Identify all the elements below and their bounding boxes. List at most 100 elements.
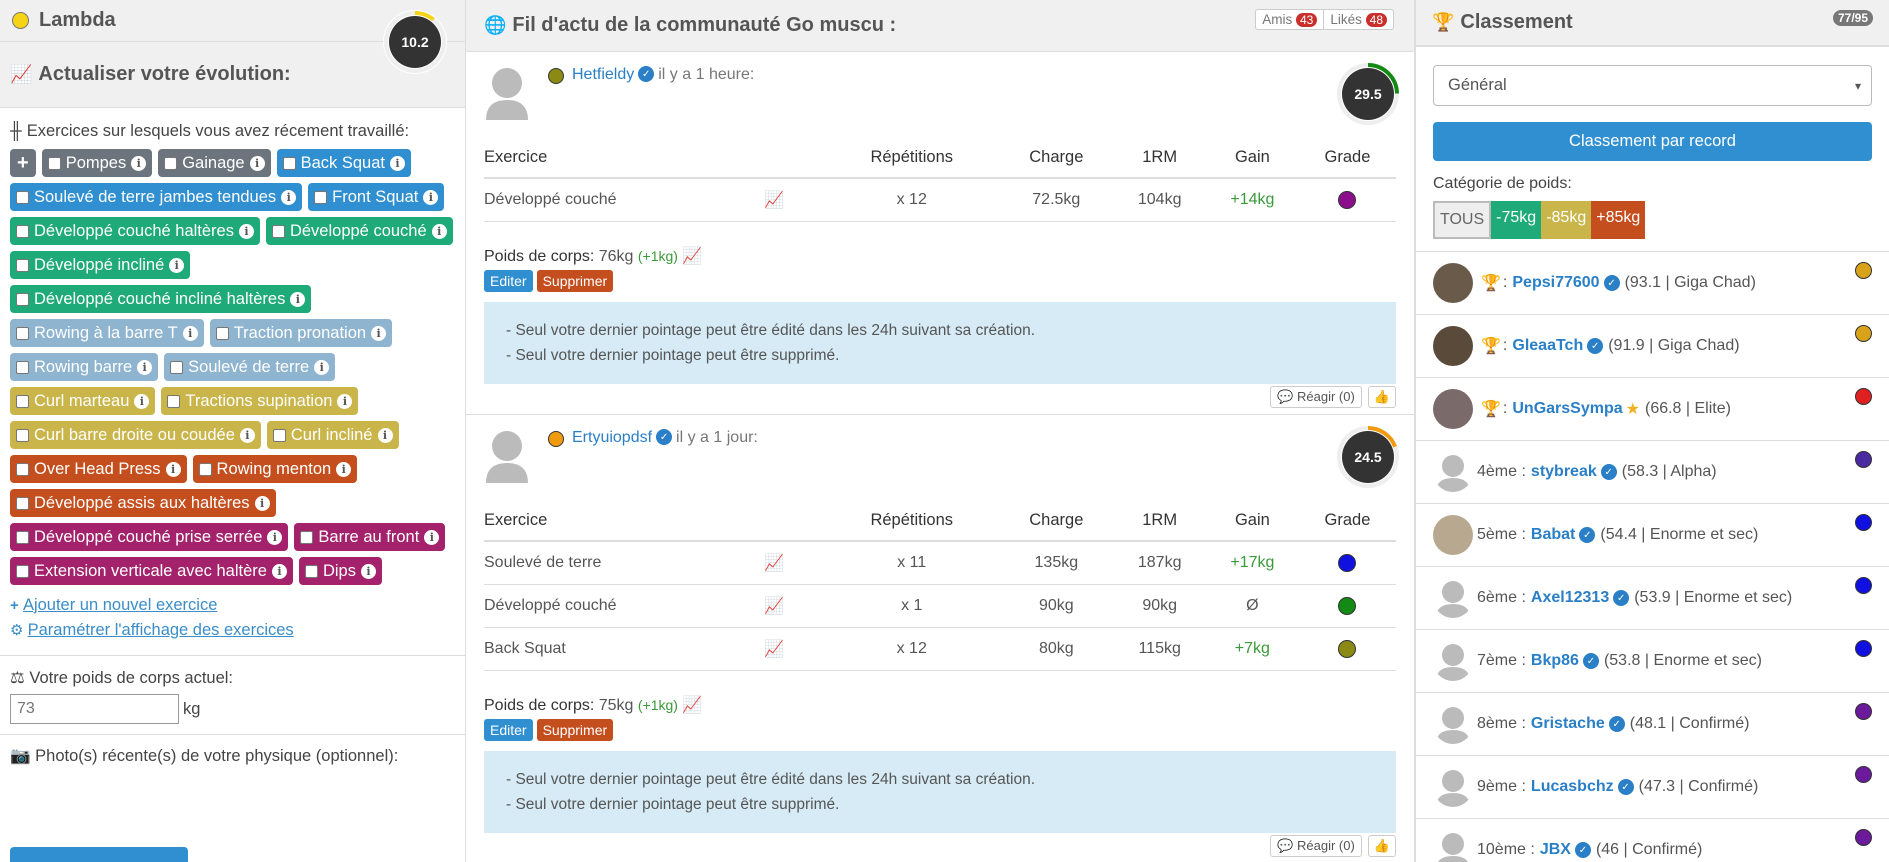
exercise-toggle[interactable]: Gainage i: [158, 149, 271, 177]
info-icon[interactable]: i: [337, 393, 353, 409]
checkbox[interactable]: [282, 156, 296, 170]
exercise-toggle[interactable]: Pompes i: [41, 149, 153, 177]
delete-button[interactable]: Supprimer: [536, 719, 614, 741]
post-user[interactable]: Ertyuiopdsf: [572, 429, 652, 447]
exercise-toggle[interactable]: Rowing barre i: [10, 353, 159, 381]
exercise-toggle[interactable]: Rowing à la barre Ti: [10, 319, 204, 347]
chart-icon[interactable]: 📈: [682, 248, 702, 265]
checkbox[interactable]: [16, 224, 29, 238]
info-icon[interactable]: i: [254, 495, 270, 511]
add-exercise-plus-button[interactable]: +: [10, 149, 36, 177]
react-button[interactable]: 💬 Réagir (0): [1270, 386, 1362, 408]
chart-icon[interactable]: 📈: [764, 178, 825, 222]
info-icon[interactable]: i: [390, 155, 405, 171]
info-icon[interactable]: i: [424, 529, 440, 545]
ranking-row[interactable]: 🏆: Pepsi77600 ✓ (93.1 | Giga Chad): [1416, 252, 1889, 315]
checkbox[interactable]: [170, 360, 184, 374]
ranking-row[interactable]: 4ème : stybreak ✓ (58.3 | Alpha): [1416, 441, 1889, 504]
ranking-row[interactable]: 5ème : Babat ✓ (54.4 | Enorme et sec): [1416, 504, 1889, 567]
ranking-row[interactable]: 9ème : Lucasbchz ✓ (47.3 | Confirmé): [1416, 756, 1889, 819]
info-icon[interactable]: i: [134, 393, 150, 409]
exercise-toggle[interactable]: Curl incliné i: [266, 421, 399, 449]
exercise-toggle[interactable]: Développé assis aux haltères i: [10, 489, 276, 517]
exercise-toggle[interactable]: Développé couché haltères i: [10, 217, 260, 245]
info-icon[interactable]: i: [249, 155, 265, 171]
checkbox[interactable]: [16, 258, 29, 272]
exercise-toggle[interactable]: Soulevé de terre jambes tendues i: [10, 183, 303, 211]
edit-button[interactable]: Editer: [484, 719, 533, 741]
info-icon[interactable]: i: [182, 325, 198, 341]
checkbox[interactable]: [16, 326, 29, 340]
chart-icon[interactable]: 📈: [764, 584, 825, 628]
info-icon[interactable]: i: [290, 291, 306, 307]
weight-input[interactable]: [10, 694, 179, 724]
exercise-toggle[interactable]: Rowing menton i: [192, 455, 358, 483]
checkbox[interactable]: [314, 190, 328, 204]
info-icon[interactable]: i: [271, 563, 287, 579]
settings-link[interactable]: ⚙ Paramétrer l'affichage des exercices: [10, 618, 455, 643]
exercise-toggle[interactable]: Curl barre droite ou coudée i: [10, 421, 261, 449]
post-user[interactable]: Hetfieldy: [572, 66, 634, 84]
info-icon[interactable]: i: [336, 461, 352, 477]
ranking-row[interactable]: 🏆: GleaaTch ✓ (91.9 | Giga Chad): [1416, 315, 1889, 378]
info-icon[interactable]: i: [423, 189, 439, 205]
checkbox[interactable]: [304, 564, 318, 578]
exercise-toggle[interactable]: Soulevé de terre i: [164, 353, 336, 381]
exercise-toggle[interactable]: Back Squat i: [276, 149, 411, 177]
checkbox[interactable]: [16, 292, 29, 306]
info-icon[interactable]: i: [165, 461, 181, 477]
weight-category-3[interactable]: +85kg: [1591, 201, 1646, 239]
chart-icon[interactable]: 📈: [764, 541, 825, 585]
like-button[interactable]: 👍: [1367, 835, 1396, 857]
checkbox[interactable]: [16, 360, 29, 374]
delete-button[interactable]: Supprimer: [536, 270, 614, 292]
checkbox[interactable]: [16, 462, 29, 476]
exercise-toggle[interactable]: Over Head Press i: [10, 455, 187, 483]
weight-category-2[interactable]: -85kg: [1541, 201, 1592, 239]
exercise-toggle[interactable]: Développé incliné i: [10, 251, 191, 279]
exercise-toggle[interactable]: Extension verticale avec haltère i: [10, 557, 293, 585]
info-icon[interactable]: i: [169, 257, 185, 273]
exercise-toggle[interactable]: Tractions supination i: [161, 387, 359, 415]
checkbox[interactable]: [167, 394, 181, 408]
info-icon[interactable]: i: [360, 563, 376, 579]
weight-category-1[interactable]: -75kg: [1491, 201, 1542, 239]
info-icon[interactable]: i: [238, 223, 254, 239]
checkbox[interactable]: [16, 428, 29, 442]
react-button[interactable]: 💬 Réagir (0): [1270, 835, 1362, 857]
chart-icon[interactable]: 📈: [764, 627, 825, 671]
exercise-toggle[interactable]: Dips i: [298, 557, 382, 585]
checkbox[interactable]: [47, 156, 61, 170]
info-icon[interactable]: i: [431, 223, 447, 239]
checkbox[interactable]: [215, 326, 229, 340]
friends-tab[interactable]: Amis 43: [1256, 10, 1325, 29]
like-button[interactable]: 👍: [1367, 386, 1396, 408]
checkbox[interactable]: [16, 564, 29, 578]
exercise-toggle[interactable]: Traction pronation i: [209, 319, 393, 347]
checkbox[interactable]: [198, 462, 212, 476]
exercise-toggle[interactable]: Curl marteau i: [10, 387, 156, 415]
checkbox[interactable]: [300, 530, 314, 544]
chart-icon[interactable]: 📈: [682, 697, 702, 714]
info-icon[interactable]: i: [281, 189, 297, 205]
checkbox[interactable]: [271, 224, 285, 238]
add-exercise-link[interactable]: + Ajouter un nouvel exercice: [10, 593, 455, 618]
edit-button[interactable]: Editer: [484, 270, 533, 292]
checkbox[interactable]: [16, 530, 29, 544]
likes-tab[interactable]: Likés 48: [1324, 10, 1393, 29]
checkbox[interactable]: [16, 496, 29, 510]
ranking-select[interactable]: Général ▾: [1433, 65, 1872, 106]
checkbox[interactable]: [16, 190, 29, 204]
checkbox[interactable]: [164, 156, 178, 170]
exercise-toggle[interactable]: Barre au front i: [294, 523, 446, 551]
checkbox[interactable]: [16, 394, 29, 408]
weight-category-0[interactable]: TOUS: [1433, 201, 1492, 239]
checkbox[interactable]: [272, 428, 286, 442]
info-icon[interactable]: i: [267, 529, 283, 545]
ranking-row[interactable]: 8ème : Gristache ✓ (48.1 | Confirmé): [1416, 693, 1889, 756]
add-photo-button[interactable]: [10, 847, 188, 862]
info-icon[interactable]: i: [371, 325, 387, 341]
info-icon[interactable]: i: [137, 359, 153, 375]
info-icon[interactable]: i: [239, 427, 255, 443]
record-ranking-button[interactable]: Classement par record: [1433, 122, 1872, 161]
